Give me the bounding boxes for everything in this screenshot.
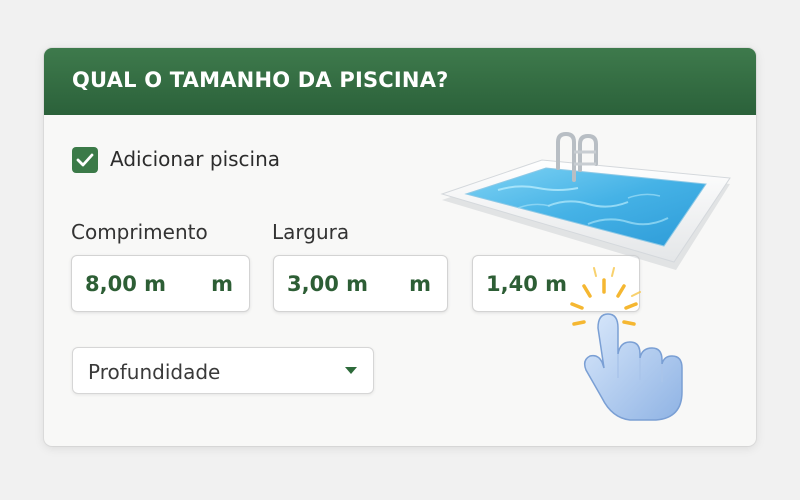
add-pool-checkbox[interactable]	[72, 147, 98, 173]
length-unit: m	[211, 272, 233, 296]
depth-value: 1,40 m	[486, 272, 568, 296]
width-label: Largura	[272, 220, 350, 244]
width-input[interactable]: 3,00 m m	[273, 255, 448, 312]
card-header: QUAL O TAMANHO DA PISCINA?	[44, 48, 756, 115]
pointing-hand-icon	[570, 267, 683, 421]
width-unit: m	[409, 272, 431, 296]
card-title: QUAL O TAMANHO DA PISCINA?	[72, 68, 449, 92]
length-value: 8,00 m	[85, 272, 167, 296]
length-input[interactable]: 8,00 m m	[71, 255, 250, 312]
length-label: Comprimento	[71, 220, 208, 244]
depth-dropdown-value: Profundidade	[88, 360, 221, 384]
pool-illustration	[440, 131, 731, 270]
check-icon	[76, 153, 94, 167]
add-pool-label: Adicionar piscina	[110, 147, 281, 171]
width-value: 3,00 m	[287, 272, 369, 296]
depth-dropdown[interactable]: Profundidade	[72, 347, 374, 394]
chevron-down-icon	[345, 367, 357, 374]
